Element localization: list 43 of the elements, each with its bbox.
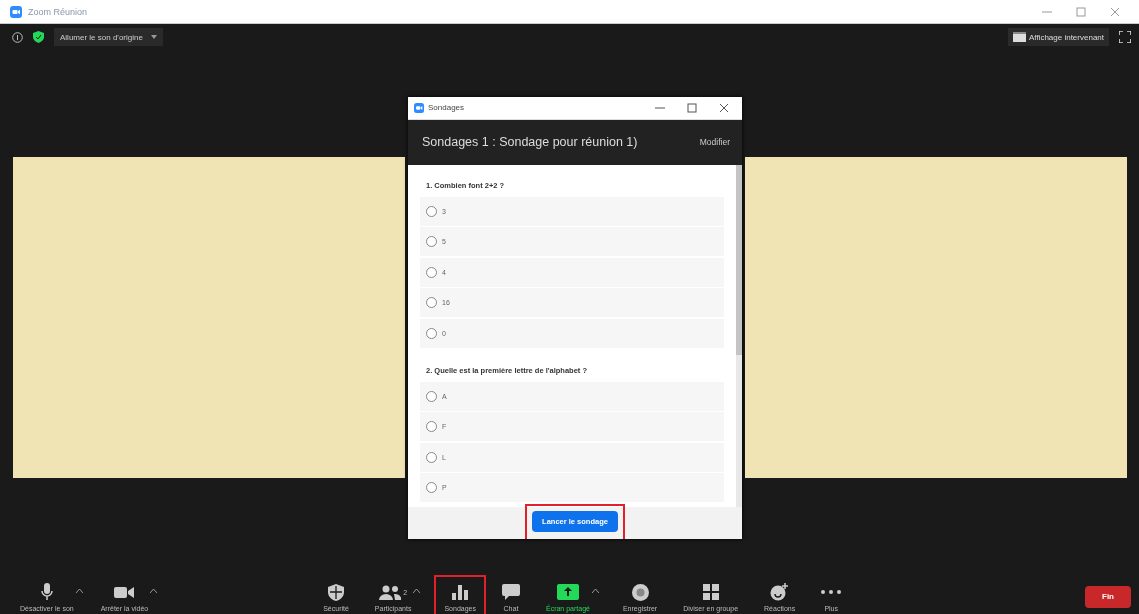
radio-button[interactable] <box>426 327 437 339</box>
maximize-icon <box>687 102 697 113</box>
radio-button[interactable] <box>426 390 437 402</box>
view-button[interactable]: Affichage intervenant <box>1008 28 1109 46</box>
close-icon <box>1110 6 1120 17</box>
app-logo-icon <box>414 102 424 113</box>
shield-icon <box>328 583 344 601</box>
grid-icon <box>702 584 719 600</box>
edit-link[interactable]: Modifier <box>699 137 730 147</box>
more-icon <box>821 590 842 594</box>
window-title: Zoom Réunion <box>28 6 88 17</box>
radio-button[interactable] <box>426 205 437 217</box>
people-icon <box>379 584 402 600</box>
camera-icon <box>114 585 135 599</box>
caret-icon[interactable] <box>413 589 421 593</box>
caret-icon <box>150 35 157 39</box>
share-screen-icon <box>556 584 579 600</box>
original-sound-button[interactable]: Allumer le son d'origine <box>54 28 163 46</box>
end-meeting-button[interactable]: Fin <box>1085 585 1131 608</box>
scrollbar[interactable] <box>736 164 742 507</box>
shield-icon[interactable] <box>33 31 44 43</box>
radio-button[interactable] <box>426 297 437 308</box>
caret-icon[interactable] <box>150 589 158 593</box>
radio-button[interactable] <box>426 451 437 463</box>
smiley-plus-icon <box>770 583 790 601</box>
radio-button[interactable] <box>426 266 437 278</box>
microphone-icon <box>40 583 53 601</box>
close-icon <box>719 102 729 113</box>
record-icon <box>631 583 649 601</box>
bar-chart-icon <box>452 584 469 600</box>
poll-heading: Sondages 1 : Sondage pour réunion 1) <box>422 135 638 149</box>
chat-bubble-icon <box>501 584 520 600</box>
radio-button[interactable] <box>426 421 437 432</box>
radio-button[interactable] <box>426 482 437 493</box>
window-title: Sondages <box>428 103 465 112</box>
radio-button[interactable] <box>426 236 437 247</box>
caret-icon[interactable] <box>75 589 83 593</box>
info-icon[interactable] <box>12 31 23 43</box>
caret-icon[interactable] <box>591 589 599 593</box>
app-logo-icon <box>10 5 22 18</box>
speaker-view-icon <box>1013 32 1026 42</box>
maximize-icon <box>1076 6 1086 17</box>
fullscreen-icon[interactable] <box>1119 31 1131 43</box>
